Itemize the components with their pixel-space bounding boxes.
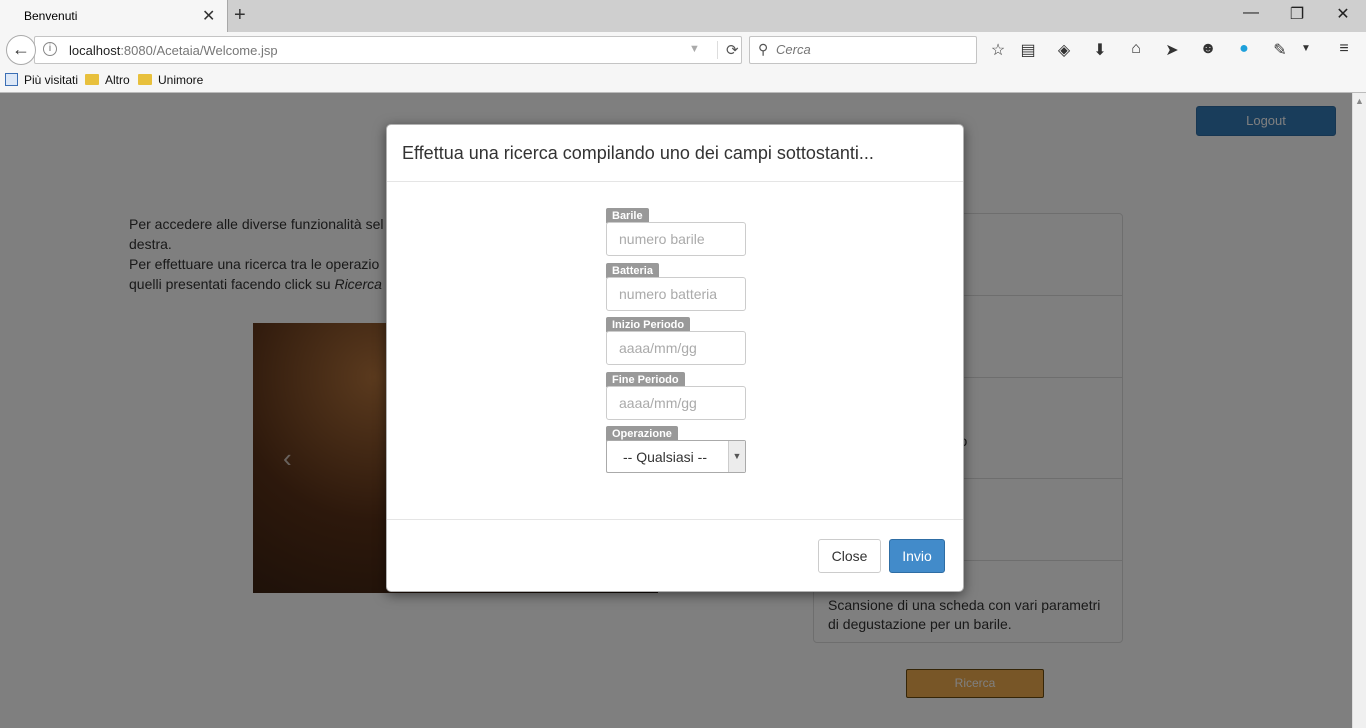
page-scrollbar[interactable]: ▲ xyxy=(1352,93,1366,728)
url-text[interactable]: localhost:8080/Acetaia/Welcome.jsp xyxy=(69,43,278,58)
browser-tab[interactable]: Benvenuti ✕ xyxy=(0,0,228,32)
minimize-icon[interactable]: — xyxy=(1228,4,1274,22)
menu-icon[interactable]: ≡ xyxy=(1334,40,1354,58)
overflow-chevron-icon[interactable]: ▼ xyxy=(1296,43,1316,54)
most-visited-icon xyxy=(5,73,18,86)
search-icon: ⚲ xyxy=(758,41,769,57)
close-button[interactable]: Close xyxy=(818,539,881,573)
send-icon[interactable]: ➤ xyxy=(1162,40,1182,60)
new-tab-icon[interactable]: + xyxy=(234,4,246,27)
tab-bar: Benvenuti ✕ + — ❐ ✕ xyxy=(0,0,1366,32)
inizio-periodo-input[interactable] xyxy=(606,331,746,365)
tab-title: Benvenuti xyxy=(24,9,78,23)
barile-input[interactable] xyxy=(606,222,746,256)
fine-periodo-input[interactable] xyxy=(606,386,746,420)
modal-title: Effettua una ricerca compilando uno dei … xyxy=(402,143,874,163)
operazione-select[interactable]: -- Qualsiasi -- ▼ xyxy=(606,440,746,473)
close-tab-icon[interactable]: ✕ xyxy=(202,6,215,26)
home-icon[interactable]: ⌂ xyxy=(1126,40,1146,58)
skype-icon[interactable]: ● xyxy=(1234,40,1254,58)
bookmarks-bar: Più visitati Altro Unimore xyxy=(0,68,1366,93)
dropdown-arrow-icon[interactable]: ▼ xyxy=(689,43,700,55)
folder-icon xyxy=(138,74,152,85)
modal-footer: Close Invio xyxy=(387,519,963,591)
reading-list-icon[interactable]: ▤ xyxy=(1018,40,1038,60)
search-modal: Effettua una ricerca compilando uno dei … xyxy=(386,124,964,592)
back-button[interactable]: ← xyxy=(6,35,36,65)
modal-header: Effettua una ricerca compilando uno dei … xyxy=(387,125,963,182)
window-close-icon[interactable]: ✕ xyxy=(1320,4,1366,24)
address-bar[interactable]: i localhost:8080/Acetaia/Welcome.jsp ▼ ⟳ xyxy=(34,36,742,64)
navigation-bar: i localhost:8080/Acetaia/Welcome.jsp ▼ ⟳… xyxy=(0,32,1366,68)
bookmark-altro[interactable]: Altro xyxy=(85,73,130,87)
scroll-up-icon[interactable]: ▲ xyxy=(1355,96,1364,106)
pocket-icon[interactable]: ◈ xyxy=(1054,40,1074,60)
chevron-down-icon[interactable]: ▼ xyxy=(728,441,745,472)
search-bar[interactable]: ⚲ xyxy=(749,36,977,64)
reload-icon[interactable]: ⟳ xyxy=(717,41,739,59)
search-input[interactable] xyxy=(776,42,966,57)
operazione-value: -- Qualsiasi -- xyxy=(623,449,708,465)
batteria-input[interactable] xyxy=(606,277,746,311)
folder-icon xyxy=(85,74,99,85)
extension-icon[interactable]: ✎ xyxy=(1270,40,1290,60)
bookmark-unimore[interactable]: Unimore xyxy=(138,73,203,87)
bookmark-most-visited[interactable]: Più visitati xyxy=(5,73,78,87)
chat-icon[interactable]: ☻ xyxy=(1198,40,1218,58)
download-icon[interactable]: ⬇ xyxy=(1090,40,1110,60)
submit-button[interactable]: Invio xyxy=(889,539,945,573)
info-icon[interactable]: i xyxy=(43,42,57,56)
bookmark-star-icon[interactable]: ☆ xyxy=(988,40,1008,60)
restore-icon[interactable]: ❐ xyxy=(1274,4,1320,24)
